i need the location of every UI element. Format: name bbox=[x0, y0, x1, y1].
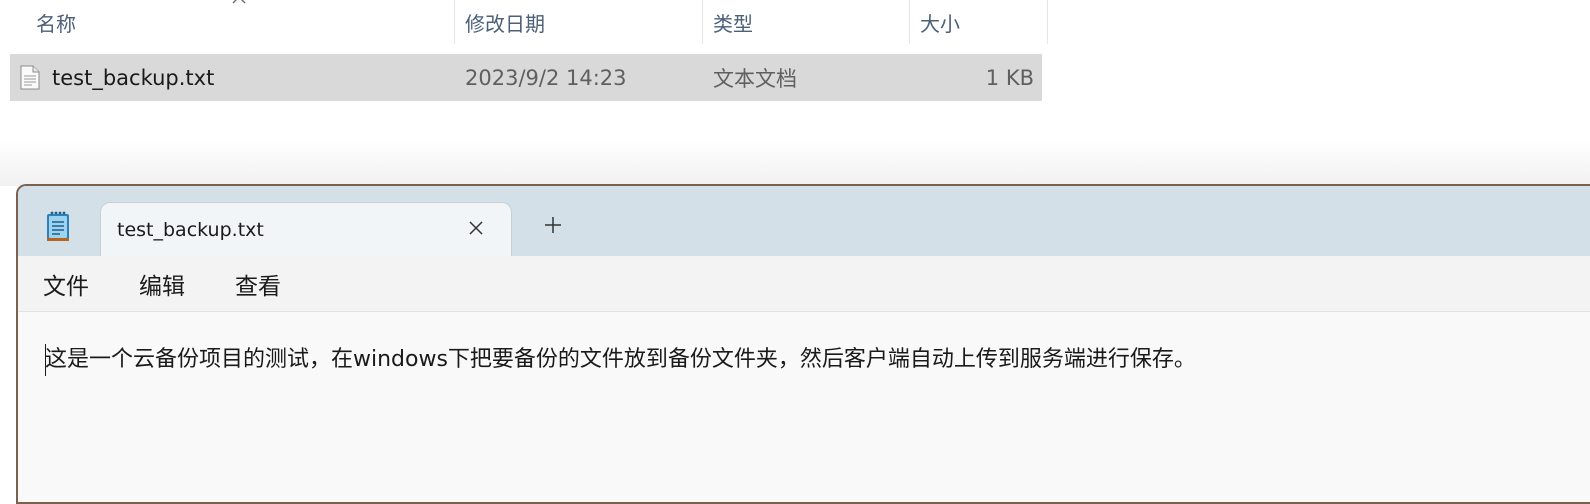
column-header-type[interactable]: 类型 bbox=[703, 0, 909, 44]
column-header-modified-label: 修改日期 bbox=[465, 11, 545, 36]
menu-bar: 文件 编辑 查看 bbox=[18, 256, 1590, 312]
menu-edit[interactable]: 编辑 bbox=[139, 256, 185, 312]
close-tab-button[interactable] bbox=[463, 215, 489, 241]
file-name[interactable]: test_backup.txt bbox=[52, 54, 214, 101]
column-divider[interactable] bbox=[1047, 0, 1048, 44]
column-header-name[interactable]: 名称 bbox=[26, 0, 454, 44]
file-row[interactable]: test_backup.txt 2023/9/2 14:23 文本文档 1 KB bbox=[10, 54, 1042, 101]
new-tab-button[interactable] bbox=[538, 210, 568, 240]
plus-icon bbox=[545, 217, 561, 233]
column-header-type-label: 类型 bbox=[713, 11, 753, 36]
window-shadow bbox=[0, 140, 1590, 186]
notepad-icon bbox=[47, 211, 69, 241]
title-bar[interactable]: test_backup.txt bbox=[18, 186, 1590, 256]
notepad-window: test_backup.txt 文件 编辑 查看 这是一个云备份项目的测试，在w… bbox=[16, 184, 1590, 504]
menu-file[interactable]: 文件 bbox=[43, 256, 89, 312]
file-type: 文本文档 bbox=[713, 66, 797, 91]
menu-view[interactable]: 查看 bbox=[235, 256, 281, 312]
editor-content[interactable]: 这是一个云备份项目的测试，在windows下把要备份的文件放到备份文件夹，然后客… bbox=[45, 340, 1196, 380]
column-header-modified[interactable]: 修改日期 bbox=[455, 0, 703, 44]
file-size: 1 KB bbox=[985, 65, 1034, 90]
tab-title: test_backup.txt bbox=[117, 219, 264, 241]
text-file-icon bbox=[20, 65, 40, 90]
file-modified-date: 2023/9/2 14:23 bbox=[465, 65, 627, 90]
file-explorer: 名称 修改日期 类型 大小 test_backup.txt 2023/9/2 1… bbox=[0, 0, 1060, 110]
column-header-size[interactable]: 大小 bbox=[910, 0, 1047, 44]
column-header-name-label: 名称 bbox=[36, 11, 76, 36]
text-editor[interactable]: 这是一个云备份项目的测试，在windows下把要备份的文件放到备份文件夹，然后客… bbox=[18, 312, 1590, 502]
close-icon bbox=[469, 221, 483, 235]
column-header-size-label: 大小 bbox=[920, 11, 960, 36]
tab-document[interactable]: test_backup.txt bbox=[100, 202, 512, 256]
